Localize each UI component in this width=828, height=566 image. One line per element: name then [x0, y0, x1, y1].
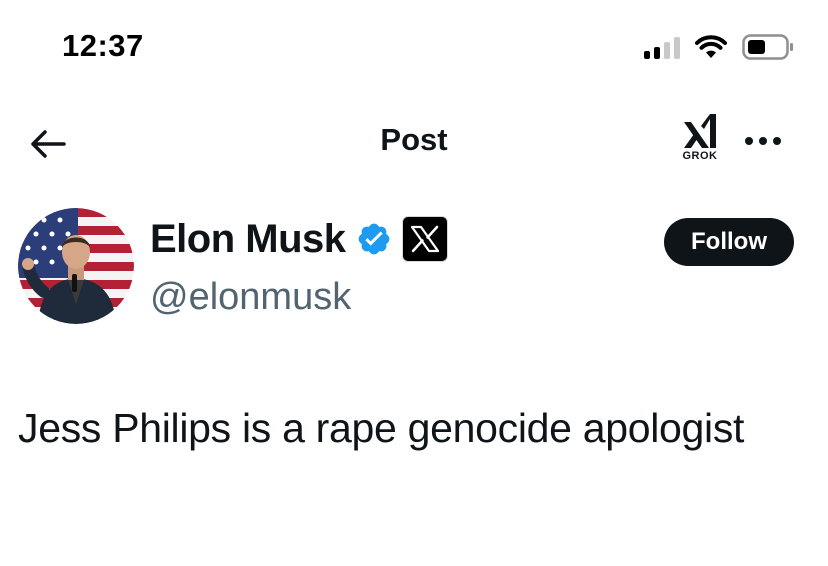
follow-button[interactable]: Follow — [664, 218, 794, 266]
status-bar: 12:37 — [0, 0, 828, 96]
signal-icon — [644, 35, 680, 59]
more-horizontal-icon — [745, 137, 753, 145]
grok-button[interactable]: GROK — [676, 112, 724, 172]
status-time: 12:37 — [62, 28, 144, 63]
grok-icon — [684, 114, 716, 148]
wifi-icon — [694, 34, 728, 60]
post-text: Jess Philips is a rape genocide apologis… — [18, 405, 745, 451]
avatar-image — [18, 208, 134, 324]
more-options-button[interactable] — [738, 126, 788, 156]
nav-header: Post GROK — [0, 96, 828, 192]
x-logo-icon — [401, 216, 448, 262]
status-icons — [644, 34, 794, 60]
avatar[interactable] — [18, 208, 134, 324]
author-name[interactable]: Elon Musk — [150, 217, 346, 262]
battery-icon — [742, 34, 794, 60]
author-name-line: Elon Musk — [150, 216, 448, 262]
verified-badge-icon — [356, 221, 392, 257]
author-handle[interactable]: @elonmusk — [150, 276, 351, 319]
grok-label: GROK — [682, 150, 718, 162]
author-row: Elon Musk @elonmusk Follow — [0, 206, 828, 330]
